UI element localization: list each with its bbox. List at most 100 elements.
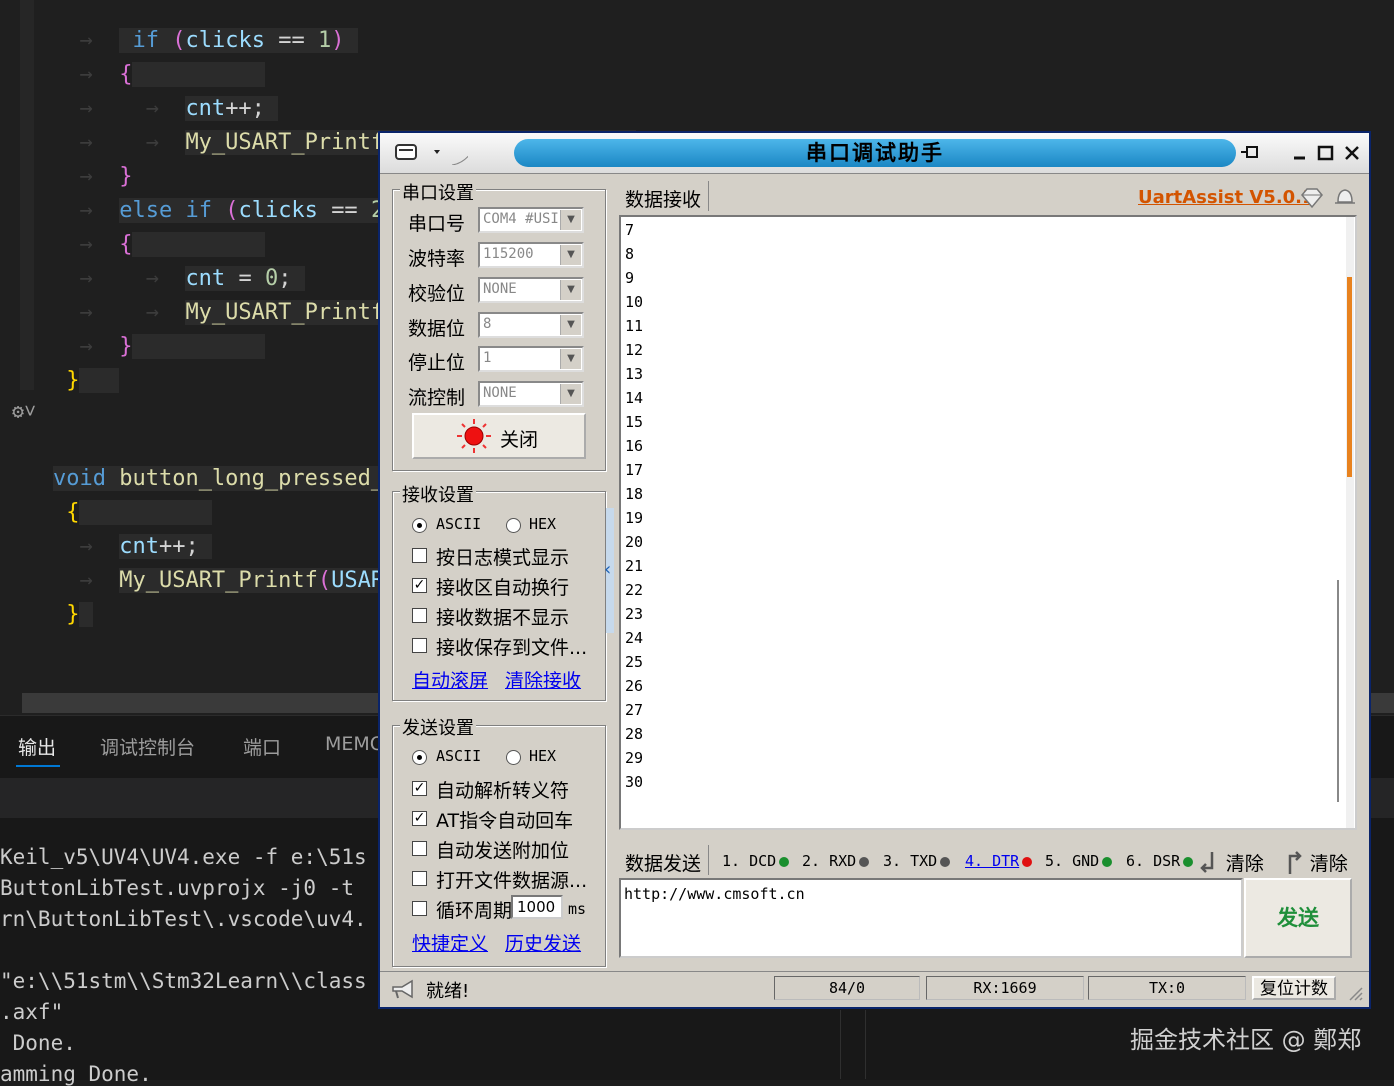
send-button[interactable]: 发送: [1244, 878, 1352, 958]
field-label: 数据位: [408, 318, 466, 340]
recv-data-line: 20: [625, 533, 644, 551]
recv-data-line: 7: [625, 221, 635, 239]
recv-data-line: 25: [625, 653, 644, 671]
maximize-icon[interactable]: [1314, 139, 1338, 165]
send-text: http://www.cmsoft.cn: [624, 885, 805, 903]
escape-parse-checkbox[interactable]: ✓: [412, 781, 427, 796]
save-to-file-checkbox[interactable]: [412, 638, 427, 653]
quick-define-link[interactable]: 快捷定义: [412, 929, 488, 956]
brand-link[interactable]: UartAssist V5.0.1: [1138, 187, 1315, 208]
recv-settings-label: 接收设置: [400, 481, 476, 507]
send-ascii-label: ASCII: [436, 747, 482, 765]
close-port-label: 关闭: [500, 429, 539, 451]
reset-count-button[interactable]: 复位计数: [1252, 976, 1336, 1000]
option-label: 循环周期: [436, 900, 513, 922]
file-source-checkbox[interactable]: [412, 871, 427, 886]
log-mode-checkbox[interactable]: [412, 548, 427, 563]
send-textarea[interactable]: http://www.cmsoft.cn: [619, 878, 1243, 958]
output-line: Keil_v5\UV4\UV4.exe -f e:\51s: [0, 845, 367, 869]
bell-icon[interactable]: [1332, 185, 1358, 209]
recv-data-line: 12: [625, 341, 644, 359]
recv-textarea[interactable]: 7 8 9 10 11 12 13 14 15 16 17 18 19 20 21 22 23 24 25 26 27 2…: [619, 215, 1357, 830]
close-port-button[interactable]: 关闭: [412, 413, 586, 459]
recv-hex-radio[interactable]: [506, 518, 521, 533]
close-icon[interactable]: [1340, 139, 1364, 165]
code-line: → → cnt++;: [0, 58, 279, 121]
recv-data-line: 9: [625, 269, 635, 287]
recv-data-line: 13: [625, 365, 644, 383]
recv-ascii-radio[interactable]: [412, 518, 427, 533]
chevron-down-icon: ▼: [560, 349, 581, 369]
recv-scrollbar[interactable]: [1346, 217, 1354, 828]
port-settings-label: 串口设置: [400, 179, 476, 205]
clear-arrow-up-icon: [1288, 850, 1302, 874]
baud-select[interactable]: 115200 ▼: [478, 242, 584, 268]
at-cr-checkbox[interactable]: ✓: [412, 811, 427, 826]
recv-data-line: 27: [625, 701, 644, 719]
output-line: Done.: [0, 1031, 76, 1055]
cycle-input[interactable]: 1000: [511, 895, 563, 919]
recv-data-line: 28: [625, 725, 644, 743]
clear-recv-button[interactable]: 清除: [1198, 849, 1264, 876]
tab-ports[interactable]: 端口: [243, 733, 281, 760]
send-settings-label: 发送设置: [400, 714, 476, 740]
recv-data-line: 24: [625, 629, 644, 647]
led-icon: [1022, 856, 1033, 867]
field-label: 停止位: [408, 352, 466, 374]
cycle-checkbox[interactable]: [412, 901, 427, 916]
databits-select[interactable]: 8 ▼: [478, 312, 584, 338]
megaphone-icon: [392, 979, 413, 999]
clear-recv-link[interactable]: 清除接收: [505, 666, 581, 693]
field-label: 流控制: [408, 387, 466, 409]
flow-select[interactable]: NONE ▼: [478, 381, 584, 407]
port-select[interactable]: COM4 #USI ▼: [478, 207, 584, 233]
signal-dcd: 1. DCD: [722, 852, 790, 870]
recv-data-line: 10: [625, 293, 644, 311]
send-ascii-radio[interactable]: [412, 750, 427, 765]
code-line: → → cnt = 0;: [0, 228, 305, 291]
code-line: → {: [0, 194, 265, 257]
fold-icon[interactable]: ⚙˅: [0, 394, 36, 428]
tab-output[interactable]: 输出: [18, 733, 56, 760]
recv-data-line: 30: [625, 773, 644, 791]
hide-recv-checkbox[interactable]: [412, 608, 427, 623]
pin-icon[interactable]: [1238, 139, 1262, 165]
history-send-link[interactable]: 历史发送: [505, 929, 581, 956]
append-bits-checkbox[interactable]: [412, 841, 427, 856]
window-menu-button[interactable]: [388, 139, 479, 166]
option-label: 接收数据不显示: [436, 607, 570, 629]
chevron-left-icon[interactable]: ‹: [604, 559, 611, 580]
led-icon: [859, 856, 870, 867]
auto-wrap-checkbox[interactable]: ✓: [412, 578, 427, 593]
divider: [708, 845, 709, 875]
stopbits-select[interactable]: 1 ▼: [478, 346, 584, 372]
tab-send[interactable]: 数据发送: [625, 849, 701, 876]
recv-ascii-label: ASCII: [436, 515, 482, 533]
title-bar[interactable]: 串口调试助手: [380, 133, 1369, 174]
code-line-void: void button_long_pressed_c: [52, 466, 398, 491]
signal-dtr[interactable]: 4. DTR: [965, 852, 1033, 870]
minimize-icon[interactable]: [1288, 139, 1312, 165]
clear-send-button[interactable]: 清除: [1282, 849, 1348, 876]
recv-data-line: 15: [625, 413, 644, 431]
chevron-down-icon: ▼: [560, 315, 581, 335]
resize-grip-icon[interactable]: [1346, 984, 1364, 1002]
window-title: 串口调试助手: [514, 139, 1236, 167]
chevron-down-icon: ▼: [560, 245, 581, 265]
recv-scroll-thumb[interactable]: [1347, 277, 1352, 477]
output-line: "e:\\51stm\\Stm32Learn\\class: [0, 969, 367, 993]
send-hex-radio[interactable]: [506, 750, 521, 765]
tab-debug-console[interactable]: 调试控制台: [100, 733, 195, 760]
output-line: .axf": [0, 1000, 64, 1024]
option-label: 按日志模式显示: [436, 547, 570, 569]
recv-hex-label: HEX: [529, 515, 557, 533]
tab-recv[interactable]: 数据接收: [625, 185, 701, 212]
tab-memory[interactable]: MEMO: [325, 733, 385, 755]
diamond-icon[interactable]: [1298, 187, 1326, 209]
cycle-unit: ms: [568, 900, 587, 918]
option-label: 自动解析转义符: [436, 780, 570, 802]
output-line: rn\ButtonLibTest\.vscode\uv4.: [0, 907, 367, 931]
auto-scroll-link[interactable]: 自动滚屏: [412, 666, 488, 693]
parity-select[interactable]: NONE ▼: [478, 277, 584, 303]
recv-data-line: 26: [625, 677, 644, 695]
